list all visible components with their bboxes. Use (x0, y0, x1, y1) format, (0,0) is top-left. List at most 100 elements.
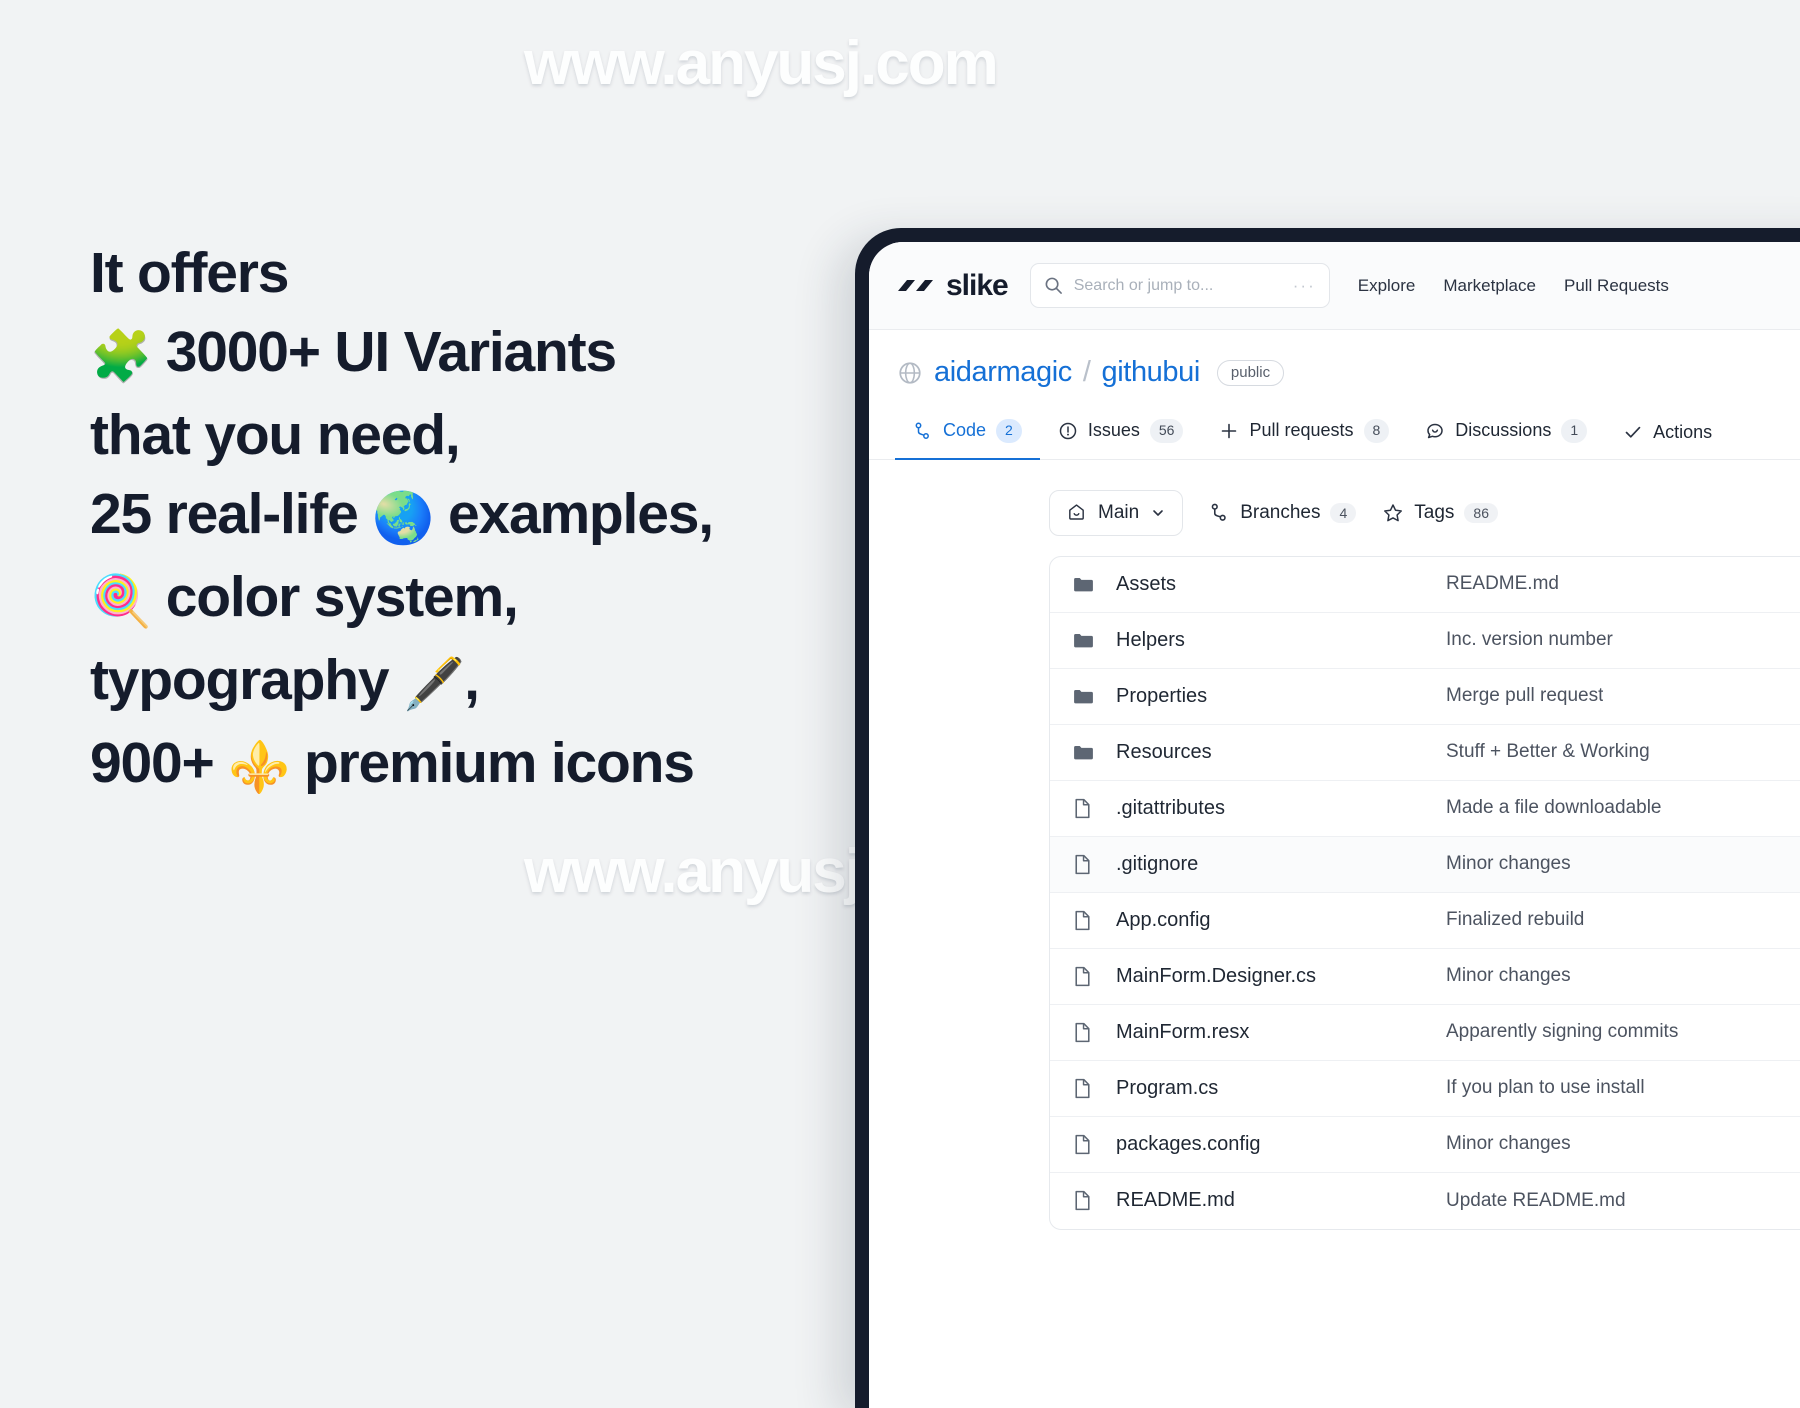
file-icon (1072, 1133, 1116, 1156)
search-input[interactable] (1073, 276, 1282, 295)
file-list: Assets README.md Helpers Inc. version nu… (1049, 555, 1800, 1230)
table-row[interactable]: Assets README.md (1050, 557, 1800, 613)
branch-selector-button[interactable]: Main (1049, 489, 1184, 536)
file-name: App.config (1116, 908, 1211, 931)
tab-discussions-count: 1 (1561, 419, 1588, 443)
tags-label: Tags (1414, 501, 1455, 523)
repo-content: Main Branches 4 Tags 86 Assets README.md… (869, 460, 1800, 1230)
branches-count: 4 (1330, 502, 1357, 523)
nav-item-pull-requests[interactable]: Pull Requests (1564, 276, 1669, 296)
file-icon (1072, 1077, 1116, 1100)
tab-pull-requests-count: 8 (1363, 419, 1390, 443)
search-more-icon: ··· (1292, 276, 1316, 295)
commit-message: Finalized rebuild (1446, 909, 1585, 931)
table-row[interactable]: Properties Merge pull request (1050, 669, 1800, 725)
copy-line-7-text: 900+ (90, 731, 215, 795)
repo-tabs: Code 2 Issues 56 Pull requests 8 Discuss… (869, 389, 1800, 460)
file-name: Program.cs (1116, 1076, 1219, 1099)
puzzle-piece-emoji: 🧩 (90, 328, 152, 384)
comment-icon (1427, 423, 1444, 439)
folder-icon (1072, 685, 1116, 708)
table-row[interactable]: .gitattributes Made a file downloadable (1050, 781, 1800, 837)
file-name: .gitattributes (1116, 796, 1225, 819)
copy-line-5-text: color system, (165, 565, 519, 629)
tab-actions[interactable]: Actions (1605, 412, 1730, 459)
copy-line-5: 🍭 color system, (90, 558, 830, 641)
commit-message: Update README.md (1446, 1189, 1626, 1211)
slike-logo-icon (898, 279, 933, 291)
table-row[interactable]: MainForm.resx Apparently signing commits (1050, 1005, 1800, 1061)
file-name: MainForm.resx (1116, 1020, 1250, 1043)
copy-line-3-text: that you need, (90, 403, 461, 467)
commit-message: Minor changes (1446, 1133, 1571, 1155)
table-row[interactable]: .gitignore Minor changes (1050, 836, 1800, 893)
watermark-top: www.anyusj.com (524, 29, 999, 98)
device-screen: slike ··· Explore Marketplace Pull Reque… (869, 242, 1800, 1408)
tab-pull-requests-label: Pull requests (1249, 420, 1354, 441)
marketing-copy: It offers 🧩 3000+ UI Variants that you n… (90, 234, 830, 807)
breadcrumb-separator: / (1082, 356, 1091, 388)
file-name: Assets (1116, 572, 1177, 595)
tab-pull-requests[interactable]: Pull requests 8 (1201, 409, 1407, 459)
fleur-de-lis-emoji: ⚜️ (228, 739, 290, 795)
copy-line-4-text: 25 real-life (90, 482, 359, 546)
commit-message: Minor changes (1446, 965, 1571, 987)
copy-line-6-tail: , (464, 648, 480, 712)
branches-link[interactable]: Branches 4 (1209, 502, 1357, 524)
globe-icon (899, 361, 921, 384)
file-name: Helpers (1116, 628, 1185, 651)
commit-message: Apparently signing commits (1446, 1021, 1679, 1043)
table-row[interactable]: App.config Finalized rebuild (1050, 893, 1800, 949)
commit-message: Minor changes (1446, 853, 1571, 875)
nav-item-marketplace[interactable]: Marketplace (1443, 276, 1536, 296)
table-row[interactable]: Program.cs If you plan to use install (1050, 1061, 1800, 1117)
folder-icon (1072, 629, 1116, 652)
table-row[interactable]: MainForm.Designer.cs Minor changes (1050, 949, 1800, 1005)
copy-line-2-text: 3000+ UI Variants (165, 320, 617, 384)
file-icon (1072, 853, 1116, 876)
breadcrumb-owner[interactable]: aidarmagic (934, 356, 1072, 389)
table-row[interactable]: README.md Update README.md (1050, 1173, 1800, 1229)
copy-line-6: typography 🖋️, (90, 641, 830, 724)
file-icon (1072, 797, 1116, 820)
nav-item-explore[interactable]: Explore (1358, 276, 1416, 296)
branches-icon (1211, 503, 1226, 521)
commit-message: Made a file downloadable (1446, 797, 1662, 819)
top-nav: Explore Marketplace Pull Requests (1358, 276, 1669, 296)
copy-line-6-text: typography (90, 648, 390, 712)
lollipop-emoji: 🍭 (90, 573, 152, 629)
file-icon (1072, 1189, 1116, 1212)
table-row[interactable]: Resources Stuff + Better & Working (1050, 725, 1800, 781)
commit-message: If you plan to use install (1446, 1077, 1645, 1099)
star-icon (1384, 503, 1403, 521)
tab-issues-count: 56 (1149, 419, 1184, 443)
current-branch-label: Main (1098, 501, 1140, 523)
tab-code[interactable]: Code 2 (895, 409, 1040, 460)
folder-icon (1072, 741, 1116, 764)
brand-name: slike (946, 268, 1009, 302)
tab-code-label: Code (943, 420, 987, 441)
search-box[interactable]: ··· (1029, 263, 1330, 308)
chevron-down-icon (1153, 509, 1163, 516)
table-row[interactable]: Helpers Inc. version number (1050, 613, 1800, 669)
copy-line-7-tail: premium icons (303, 731, 695, 795)
search-icon (1045, 277, 1062, 294)
copy-line-3: that you need, (90, 396, 830, 475)
file-browser: Main Branches 4 Tags 86 Assets README.md… (1049, 489, 1800, 1230)
file-name: packages.config (1116, 1132, 1261, 1155)
brand-logo[interactable]: slike (897, 268, 1009, 303)
check-icon (1625, 426, 1641, 438)
breadcrumb-repo[interactable]: githubui (1102, 356, 1201, 389)
tab-code-count: 2 (996, 419, 1022, 443)
tab-actions-label: Actions (1653, 421, 1713, 442)
commit-message: Merge pull request (1446, 685, 1604, 707)
tags-link[interactable]: Tags 86 (1382, 502, 1498, 524)
copy-line-4: 25 real-life 🌏 examples, (90, 475, 830, 558)
copy-line-7: 900+ ⚜️ premium icons (90, 724, 830, 807)
tags-count: 86 (1464, 502, 1498, 523)
tab-issues[interactable]: Issues 56 (1040, 409, 1202, 459)
table-row[interactable]: packages.config Minor changes (1050, 1117, 1800, 1173)
tab-discussions[interactable]: Discussions 1 (1407, 409, 1605, 459)
visibility-badge: public (1216, 359, 1285, 386)
app-header: slike ··· Explore Marketplace Pull Reque… (869, 242, 1800, 330)
